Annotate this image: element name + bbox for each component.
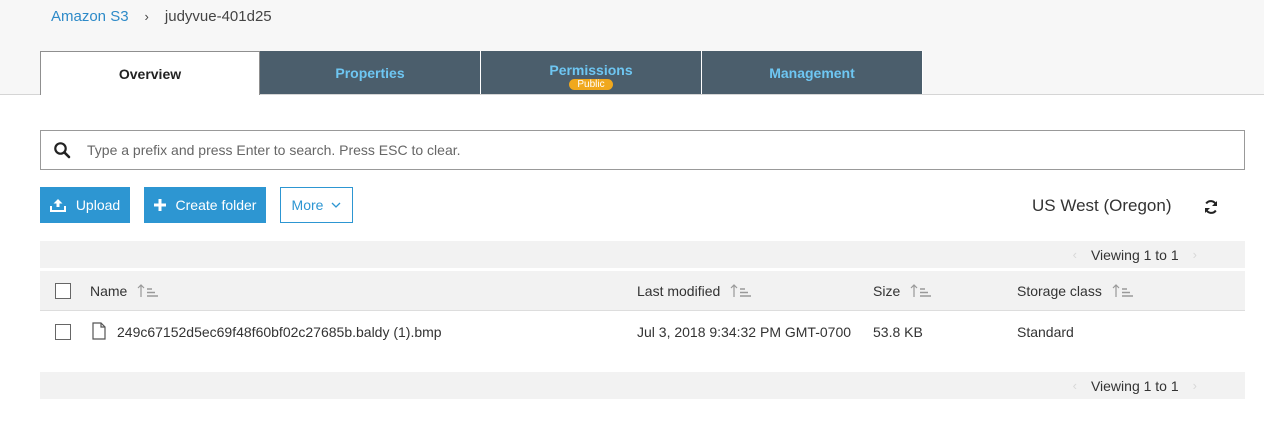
create-folder-button[interactable]: Create folder [144,187,266,223]
file-storage-class: Standard [1017,324,1074,340]
pager-next-icon[interactable]: › [1193,247,1197,262]
refresh-icon[interactable] [1203,199,1219,215]
tab-overview-label: Overview [118,65,182,82]
tab-management[interactable]: Management [702,51,923,94]
upload-icon [49,198,66,212]
row-checkbox[interactable] [55,324,71,340]
pager-top: ‹ Viewing 1 to 1 › [40,241,1245,268]
column-name[interactable]: Name [90,283,159,299]
tab-permissions-label: Permissions [549,61,633,78]
file-last-modified: Jul 3, 2018 9:34:32 PM GMT-0700 [637,324,852,340]
file-size: 53.8 KB [873,324,923,340]
column-storage-class-label: Storage class [1017,283,1102,299]
column-storage-class[interactable]: Storage class [1017,283,1134,299]
more-label: More [291,197,324,213]
search-input[interactable] [85,141,1244,159]
tab-overview[interactable]: Overview [40,51,260,95]
breadcrumb-amazon-s3[interactable]: Amazon S3 [51,8,129,25]
column-last-modified[interactable]: Last modified [637,283,752,299]
pager-bottom: ‹ Viewing 1 to 1 › [40,372,1245,399]
pager-prev-icon[interactable]: ‹ [1073,378,1077,393]
column-size-label: Size [873,283,901,299]
pager-prev-icon[interactable]: ‹ [1073,247,1077,262]
breadcrumb-separator: › [144,8,149,24]
public-badge: Public [569,78,613,90]
file-icon [92,322,106,340]
create-folder-label: Create folder [175,197,257,213]
more-button[interactable]: More [280,187,353,223]
sort-icon[interactable] [137,284,159,298]
upload-label: Upload [75,197,121,213]
select-all-checkbox[interactable] [55,283,71,299]
plus-icon [153,199,166,211]
column-size[interactable]: Size [873,283,932,299]
chevron-down-icon [331,202,341,208]
breadcrumb: Amazon S3 › judyvue-401d25 [51,6,272,26]
tab-properties-label: Properties [335,64,405,81]
column-name-label: Name [90,283,128,299]
pager-text: Viewing 1 to 1 [1090,377,1179,394]
pager-text: Viewing 1 to 1 [1090,246,1179,263]
region-label: US West (Oregon) [1032,196,1172,215]
file-name-link[interactable]: 249c67152d5ec69f48f60bf02c27685b.baldy (… [117,324,442,340]
tab-properties[interactable]: Properties [260,51,481,94]
search-box [40,130,1245,170]
pager-next-icon[interactable]: › [1193,378,1197,393]
search-icon [54,142,71,159]
upload-button[interactable]: Upload [40,187,130,223]
sort-icon[interactable] [730,284,752,298]
column-last-modified-label: Last modified [637,283,721,299]
breadcrumb-bucket-name: judyvue-401d25 [164,7,272,25]
table-row[interactable]: 249c67152d5ec69f48f60bf02c27685b.baldy (… [40,312,1245,352]
sort-icon[interactable] [1112,284,1134,298]
tab-permissions[interactable]: Permissions Public [481,51,702,94]
table-header: Name Last modified Size Storage class [40,271,1245,311]
sort-icon[interactable] [910,284,932,298]
tab-management-label: Management [769,64,855,81]
